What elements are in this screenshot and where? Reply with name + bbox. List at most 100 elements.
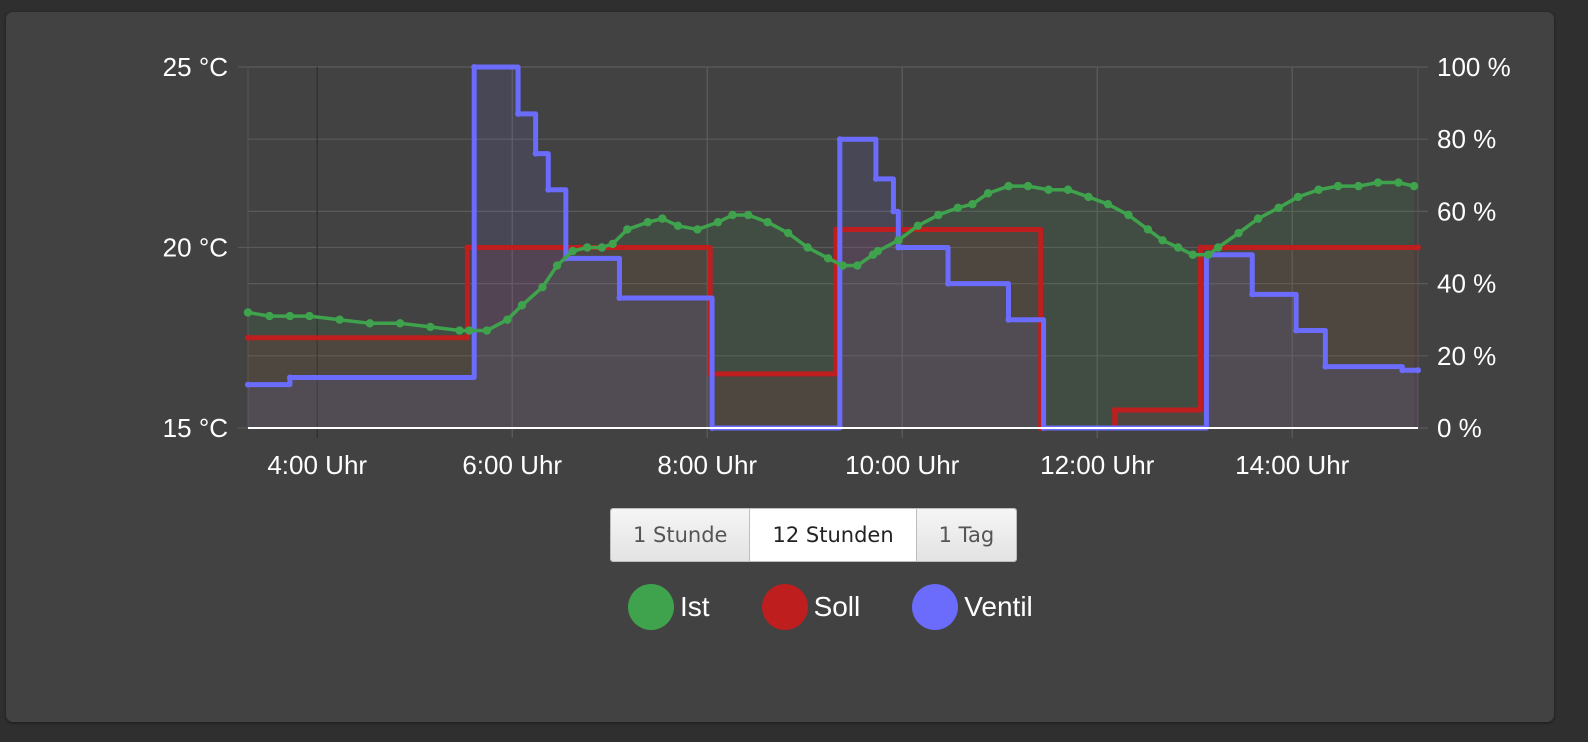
data-point-ventil (945, 280, 952, 287)
data-point-ventil (245, 381, 251, 388)
data-point-ist (1044, 185, 1053, 194)
legend-item-ventil[interactable]: Ventil (912, 584, 1033, 630)
data-point-ist (568, 246, 577, 256)
data-point-ist (426, 322, 435, 332)
y-right-tick-label: 80 % (1437, 124, 1496, 154)
data-point-ist (1063, 185, 1073, 194)
data-point-ist (1124, 210, 1133, 220)
data-point-ist (838, 261, 847, 270)
data-point-ventil (836, 136, 843, 143)
data-point-ist (713, 218, 723, 227)
data-point-ventil (616, 295, 623, 302)
legend-item-ist[interactable]: Ist (628, 584, 710, 630)
data-point-ist (503, 315, 512, 324)
data-point-ist (1274, 203, 1283, 212)
data-point-ventil (1399, 367, 1406, 374)
y-right-tick-label: 0 % (1437, 413, 1482, 443)
x-tick-label: 14:00 Uhr (1235, 450, 1350, 480)
data-point-ist (1103, 199, 1113, 209)
data-point-ventil (545, 186, 552, 193)
data-point-soll (1415, 244, 1421, 251)
y-right-tick-label: 40 % (1437, 269, 1496, 299)
data-point-ventil (1005, 316, 1012, 323)
data-point-ist (894, 236, 903, 245)
data-point-ventil (1415, 367, 1421, 374)
data-point-ist (1409, 181, 1419, 191)
data-point-soll (245, 334, 251, 341)
data-point-ist (913, 221, 923, 231)
time-range-selector: 1 Stunde 12 Stunden 1 Tag (610, 508, 1018, 562)
data-point-ist (853, 261, 862, 270)
data-point-ist (482, 326, 492, 335)
range-button-1-hour[interactable]: 1 Stunde (611, 509, 751, 561)
range-button-12-hours[interactable]: 12 Stunden (750, 509, 917, 561)
data-point-soll (464, 244, 471, 251)
data-point-ist (465, 326, 474, 335)
data-point-ventil (895, 244, 902, 251)
data-point-ist (395, 319, 405, 328)
legend-label: Soll (813, 591, 861, 622)
data-point-ist (953, 203, 962, 212)
data-point-ventil (286, 374, 293, 381)
data-point-ist (243, 308, 253, 317)
data-point-ist (623, 225, 632, 234)
data-point-ventil (890, 208, 897, 215)
data-point-ist (538, 283, 547, 292)
y-right-tick-label: 20 % (1437, 341, 1496, 371)
data-point-ventil (532, 150, 539, 157)
legend-item-soll[interactable]: Soll (761, 584, 861, 630)
data-point-ventil (515, 110, 522, 117)
data-point-ist (743, 210, 753, 220)
data-point-ist (658, 214, 667, 223)
x-tick-label: 12:00 Uhr (1040, 450, 1155, 480)
data-point-ist (1143, 225, 1153, 234)
data-point-ist (517, 301, 527, 310)
data-point-ist (365, 319, 375, 328)
data-point-ist (1004, 181, 1013, 191)
data-point-ventil (1322, 363, 1329, 370)
data-point-ventil (471, 64, 478, 70)
y-right-tick-label: 60 % (1437, 196, 1496, 226)
data-point-ist (608, 239, 617, 249)
x-tick-label: 8:00 Uhr (657, 450, 757, 480)
data-point-ist (455, 326, 464, 335)
data-point-ist (1173, 243, 1183, 252)
data-point-soll (1111, 406, 1118, 413)
data-point-ist (285, 311, 295, 321)
legend-label: Ist (680, 591, 710, 622)
data-point-ist (335, 315, 344, 324)
data-point-ist (823, 254, 833, 263)
data-point-ist (1354, 181, 1363, 191)
data-point-ist (1023, 181, 1033, 191)
legend-dot-icon (912, 584, 959, 630)
x-tick-label: 10:00 Uhr (845, 450, 960, 480)
data-point-ist (597, 243, 607, 252)
data-point-ist (1394, 178, 1403, 187)
y-left-tick-label: 20 °C (163, 233, 228, 263)
data-point-ist (803, 243, 812, 252)
x-tick-label: 6:00 Uhr (462, 450, 562, 480)
data-point-ist (1373, 178, 1383, 187)
data-point-ist (783, 228, 793, 238)
data-point-ist (934, 210, 943, 220)
data-point-ist (1213, 243, 1223, 252)
data-point-ist (728, 210, 737, 220)
data-point-ist (1293, 192, 1303, 202)
data-point-ist (673, 221, 683, 231)
data-point-ist (1253, 214, 1263, 223)
data-point-ist (968, 199, 977, 209)
range-button-1-day[interactable]: 1 Tag (916, 509, 1017, 561)
data-point-ist (763, 218, 772, 227)
data-point-ist (983, 189, 993, 198)
data-point-ist (873, 246, 883, 256)
data-point-ventil (872, 175, 879, 182)
data-point-ist (583, 243, 592, 252)
data-point-ist (305, 311, 314, 321)
data-point-ventil (1293, 327, 1300, 334)
y-left-tick-label: 25 °C (163, 52, 228, 82)
data-point-ist (1314, 185, 1323, 194)
y-left-tick-label: 15 °C (163, 413, 228, 443)
data-point-ist (265, 311, 274, 321)
data-point-ist (1084, 192, 1093, 202)
data-point-ist (1333, 181, 1343, 191)
